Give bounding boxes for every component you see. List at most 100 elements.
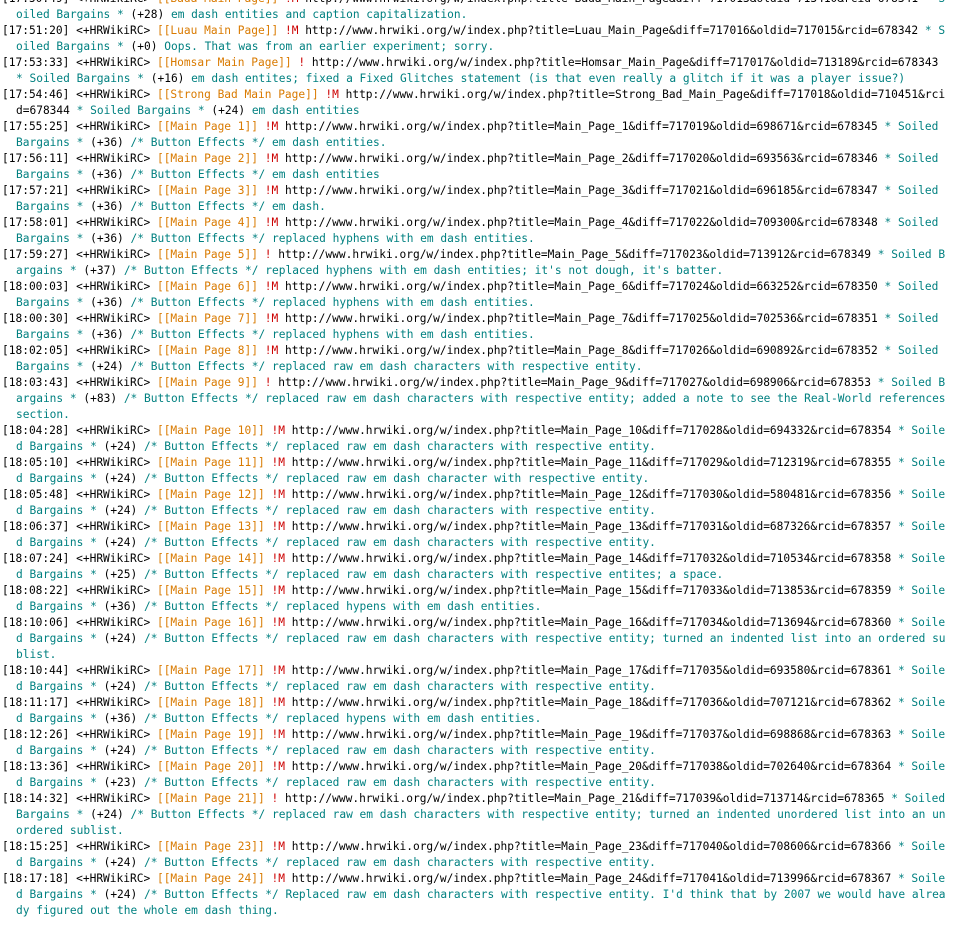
diff-url[interactable]: http://www.hrwiki.org/w/index.php?title=… bbox=[292, 456, 891, 469]
log-entry: [18:04:28] <+HRWikiRC> [[Main Page 10]] … bbox=[2, 423, 948, 455]
edit-summary: /* Button Effects */ replaced raw em das… bbox=[144, 504, 656, 517]
diff-url[interactable]: http://www.hrwiki.org/w/index.php?title=… bbox=[292, 728, 891, 741]
diff-url[interactable]: http://www.hrwiki.org/w/index.php?title=… bbox=[285, 792, 884, 805]
page-link[interactable]: [[Main Page 8]] bbox=[157, 344, 258, 357]
page-link[interactable]: [[Main Page 19]] bbox=[157, 728, 265, 741]
page-link[interactable]: [[Strong Bad Main Page]] bbox=[157, 88, 319, 101]
diff-url[interactable]: http://www.hrwiki.org/w/index.php?title=… bbox=[312, 56, 938, 69]
byte-diff: (+36) bbox=[90, 168, 124, 181]
page-link[interactable]: [[Main Page 17]] bbox=[157, 664, 265, 677]
page-link[interactable]: [[Main Page 18]] bbox=[157, 696, 265, 709]
diff-url[interactable]: http://www.hrwiki.org/w/index.php?title=… bbox=[292, 616, 891, 629]
page-link[interactable]: [[Main Page 13]] bbox=[157, 520, 265, 533]
page-link[interactable]: [[Main Page 15]] bbox=[157, 584, 265, 597]
nick: <+HRWikiRC> bbox=[76, 120, 151, 133]
log-entry: [18:11:17] <+HRWikiRC> [[Main Page 18]] … bbox=[2, 695, 948, 727]
edit-flag: !M bbox=[271, 664, 285, 677]
edit-flag: ! bbox=[264, 248, 272, 261]
timestamp: [18:15:25] bbox=[2, 840, 70, 853]
diff-url[interactable]: http://www.hrwiki.org/w/index.php?title=… bbox=[292, 872, 891, 885]
diff-url[interactable]: http://www.hrwiki.org/w/index.php?title=… bbox=[292, 424, 891, 437]
timestamp: [18:10:06] bbox=[2, 616, 70, 629]
page-link[interactable]: [[Main Page 12]] bbox=[157, 488, 265, 501]
log-entry: [18:12:26] <+HRWikiRC> [[Main Page 19]] … bbox=[2, 727, 948, 759]
byte-diff: (+24) bbox=[211, 104, 246, 117]
diff-url[interactable]: http://www.hrwiki.org/w/index.php?title=… bbox=[278, 376, 871, 389]
diff-url[interactable]: http://www.hrwiki.org/w/index.php?title=… bbox=[278, 248, 871, 261]
log-line: [18:17:18] <+HRWikiRC> [[Main Page 24]] … bbox=[2, 871, 948, 919]
page-link[interactable]: [[Main Page 1]] bbox=[157, 120, 258, 133]
log-line: [18:08:22] <+HRWikiRC> [[Main Page 15]] … bbox=[2, 583, 948, 615]
page-link[interactable]: [[Bada Main Page]] bbox=[157, 0, 278, 5]
diff-url[interactable]: http://www.hrwiki.org/w/index.php?title=… bbox=[292, 584, 891, 597]
nick: <+HRWikiRC> bbox=[76, 376, 151, 389]
log-entry: [17:51:20] <+HRWikiRC> [[Luau Main Page]… bbox=[2, 23, 948, 55]
log-entry: [18:10:06] <+HRWikiRC> [[Main Page 16]] … bbox=[2, 615, 948, 663]
page-link[interactable]: [[Main Page 4]] bbox=[157, 216, 258, 229]
diff-url[interactable]: http://www.hrwiki.org/w/index.php?title=… bbox=[292, 520, 891, 533]
byte-diff: (+24) bbox=[103, 744, 138, 757]
edit-flag: !M bbox=[271, 424, 285, 437]
nick: <+HRWikiRC> bbox=[76, 216, 151, 229]
timestamp: [18:17:18] bbox=[2, 872, 70, 885]
diff-url[interactable]: http://www.hrwiki.org/w/index.php?title=… bbox=[285, 120, 878, 133]
edit-summary: /* Button Effects */ replaced hyphens wi… bbox=[130, 328, 535, 341]
page-link[interactable]: [[Main Page 5]] bbox=[157, 248, 258, 261]
log-entry: [17:55:25] <+HRWikiRC> [[Main Page 1]] !… bbox=[2, 119, 948, 151]
diff-url[interactable]: http://www.hrwiki.org/w/index.php?title=… bbox=[285, 312, 878, 325]
page-link[interactable]: [[Main Page 14]] bbox=[157, 552, 265, 565]
diff-url[interactable]: http://www.hrwiki.org/w/index.php?title=… bbox=[305, 24, 918, 37]
log-line: [17:50:49] <+HRWikiRC> [[Bada Main Page]… bbox=[2, 0, 948, 23]
diff-url[interactable]: http://www.hrwiki.org/w/index.php?title=… bbox=[285, 184, 878, 197]
timestamp: [18:10:44] bbox=[2, 664, 70, 677]
edit-flag: !M bbox=[264, 184, 279, 197]
log-line: [18:02:05] <+HRWikiRC> [[Main Page 8]] !… bbox=[2, 343, 948, 375]
page-link[interactable]: [[Main Page 2]] bbox=[157, 152, 258, 165]
page-link[interactable]: [[Main Page 16]] bbox=[157, 616, 265, 629]
diff-url[interactable]: http://www.hrwiki.org/w/index.php?title=… bbox=[292, 488, 891, 501]
diff-url[interactable]: http://www.hrwiki.org/w/index.php?title=… bbox=[285, 344, 878, 357]
timestamp: [18:00:30] bbox=[2, 312, 70, 325]
edit-flag: ! bbox=[298, 56, 306, 69]
page-link[interactable]: [[Homsar Main Page]] bbox=[157, 56, 292, 69]
diff-url[interactable]: http://www.hrwiki.org/w/index.php?title=… bbox=[285, 152, 878, 165]
page-link[interactable]: [[Main Page 10]] bbox=[157, 424, 265, 437]
diff-url[interactable]: http://www.hrwiki.org/w/index.php?title=… bbox=[292, 552, 891, 565]
nick: <+HRWikiRC> bbox=[76, 280, 151, 293]
edit-summary: /* Button Effects */ Replaced raw em das… bbox=[16, 888, 946, 917]
user-name[interactable]: * Soiled Bargains * bbox=[77, 104, 205, 117]
diff-url[interactable]: http://www.hrwiki.org/w/index.php?title=… bbox=[292, 840, 891, 853]
edit-summary: /* Button Effects */ replaced raw em das… bbox=[144, 440, 656, 453]
edit-flag: !M bbox=[264, 280, 279, 293]
page-link[interactable]: [[Luau Main Page]] bbox=[157, 24, 278, 37]
timestamp: [17:50:49] bbox=[2, 0, 69, 5]
diff-url[interactable]: http://www.hrwiki.org/w/index.php?title=… bbox=[292, 760, 891, 773]
byte-diff: (+24) bbox=[103, 888, 138, 901]
page-link[interactable]: [[Main Page 7]] bbox=[157, 312, 258, 325]
nick: <+HRWikiRC> bbox=[76, 488, 151, 501]
log-line: [17:59:27] <+HRWikiRC> [[Main Page 5]] !… bbox=[2, 247, 948, 279]
log-line: [18:10:44] <+HRWikiRC> [[Main Page 17]] … bbox=[2, 663, 948, 695]
user-name[interactable]: * Soiled Bargains * bbox=[16, 72, 144, 85]
diff-url[interactable]: http://www.hrwiki.org/w/index.php?title=… bbox=[285, 280, 878, 293]
page-link[interactable]: [[Main Page 23]] bbox=[157, 840, 265, 853]
log-entry: [18:02:05] <+HRWikiRC> [[Main Page 8]] !… bbox=[2, 343, 948, 375]
diff-url[interactable]: http://www.hrwiki.org/w/index.php?title=… bbox=[285, 216, 878, 229]
page-link[interactable]: [[Main Page 6]] bbox=[157, 280, 258, 293]
page-link[interactable]: [[Main Page 24]] bbox=[157, 872, 265, 885]
diff-url[interactable]: http://www.hrwiki.org/w/index.php?title=… bbox=[305, 0, 918, 5]
byte-diff: (+36) bbox=[90, 328, 124, 341]
edit-summary: /* Button Effects */ replaced raw em das… bbox=[144, 472, 650, 485]
edit-summary: /* Button Effects */ replaced raw em das… bbox=[16, 392, 953, 421]
page-link[interactable]: [[Main Page 11]] bbox=[157, 456, 265, 469]
page-link[interactable]: [[Main Page 9]] bbox=[157, 376, 258, 389]
edit-summary: em dash entites; fixed a Fixed Glitches … bbox=[191, 72, 906, 85]
edit-flag: !M bbox=[264, 152, 279, 165]
diff-url[interactable]: http://www.hrwiki.org/w/index.php?title=… bbox=[292, 664, 891, 677]
page-link[interactable]: [[Main Page 3]] bbox=[157, 184, 258, 197]
log-line: [18:00:30] <+HRWikiRC> [[Main Page 7]] !… bbox=[2, 311, 948, 343]
log-line: [18:15:25] <+HRWikiRC> [[Main Page 23]] … bbox=[2, 839, 948, 871]
page-link[interactable]: [[Main Page 21]] bbox=[157, 792, 265, 805]
diff-url[interactable]: http://www.hrwiki.org/w/index.php?title=… bbox=[292, 696, 891, 709]
page-link[interactable]: [[Main Page 20]] bbox=[157, 760, 265, 773]
